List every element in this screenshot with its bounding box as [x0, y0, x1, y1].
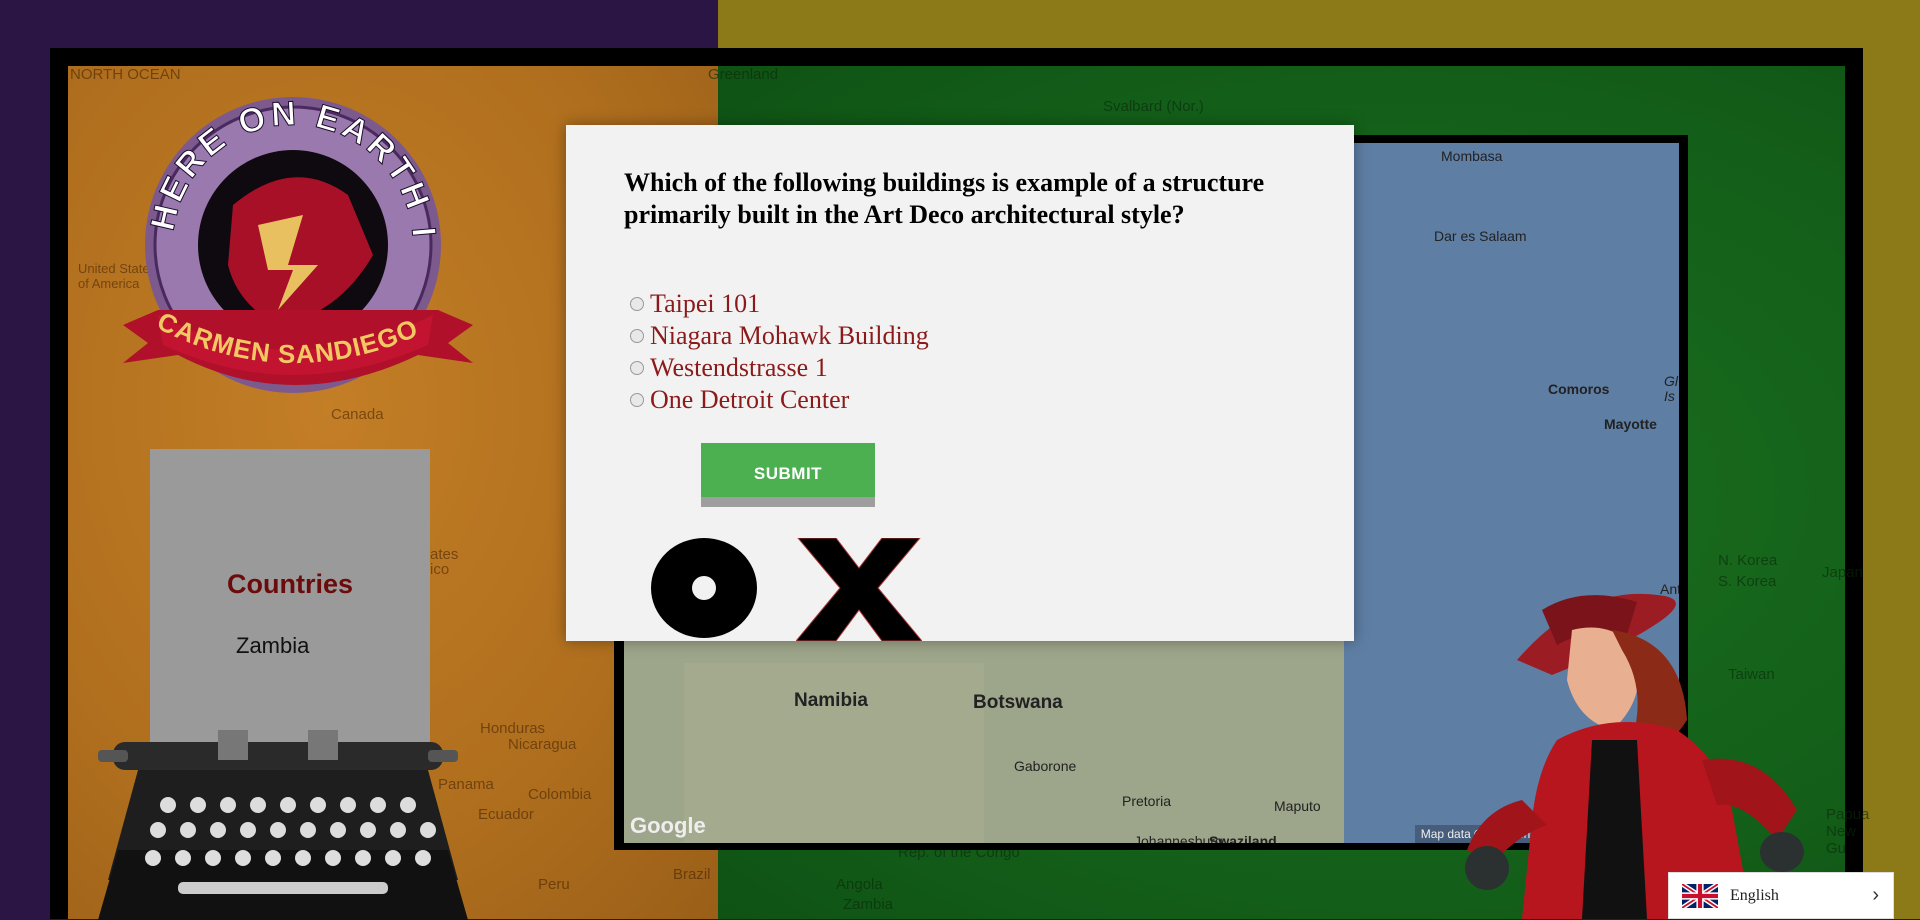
countries-paper: Countries Zambia	[150, 449, 430, 759]
answer-option-label: Taipei 101	[650, 289, 761, 318]
bg-map-label: Peru	[538, 876, 570, 893]
radio-button[interactable]	[630, 329, 644, 343]
radio-button[interactable]	[630, 393, 644, 407]
answer-option[interactable]: Taipei 101	[630, 288, 929, 320]
map-label: Comoros	[1548, 381, 1610, 397]
map-label: Namibia	[794, 690, 868, 711]
map-label: Mayotte	[1604, 416, 1657, 432]
answer-option-label: Niagara Mohawk Building	[650, 321, 929, 350]
typewriter-illustration	[98, 730, 468, 920]
answer-option-label: Westendstrasse 1	[650, 353, 828, 382]
bg-map-label: Papua New Gu	[1826, 806, 1870, 857]
bg-map-label: Canada	[331, 406, 384, 423]
carmen-sandiego-logo: WHERE ON EARTH IS CARMEN SANDIEGO?	[118, 95, 473, 393]
bg-map-label: Zambia	[843, 896, 894, 913]
bg-map-label: Svalbard (Nor.)	[1103, 98, 1204, 115]
quiz-question: Which of the following buildings is exam…	[624, 168, 1265, 229]
bg-map-label: Angola	[836, 876, 883, 893]
map-label: Swaziland	[1209, 833, 1277, 843]
bg-map-label: S. Korea	[1718, 573, 1777, 590]
bg-map-label: Japan	[1822, 564, 1863, 581]
map-label: Maputo	[1274, 798, 1321, 814]
bg-map-label: Nicaragua	[508, 736, 577, 753]
bg-map-label: NORTH OCEAN	[70, 66, 181, 83]
uk-flag-icon	[1682, 883, 1718, 908]
bg-map-label: Ecuador	[478, 806, 534, 823]
bg-map-label: Greenland	[708, 66, 779, 83]
answer-options: Taipei 101 Niagara Mohawk Building Weste…	[630, 288, 929, 416]
language-label: English	[1730, 886, 1779, 904]
bg-map-label: Brazil	[673, 866, 711, 883]
country-name: Zambia	[236, 633, 310, 658]
map-label: Gl	[1664, 373, 1678, 389]
submit-button[interactable]: SUBMIT	[701, 443, 875, 507]
cross-mark-icon	[796, 538, 922, 641]
map-label: Botswana	[973, 692, 1063, 713]
language-selector[interactable]: English ›	[1668, 872, 1894, 919]
radio-button[interactable]	[630, 361, 644, 375]
google-logo: Google	[630, 813, 706, 838]
map-label: Mombasa	[1441, 148, 1503, 164]
circle-mark-icon	[651, 538, 757, 638]
bg-map-label: Honduras	[480, 720, 546, 737]
bg-map-label: Colombia	[528, 786, 592, 803]
chevron-right-icon: ›	[1872, 884, 1879, 906]
radio-button[interactable]	[630, 297, 644, 311]
countries-title: Countries	[226, 569, 353, 599]
bg-map-label: N. Korea	[1718, 552, 1778, 569]
carmen-sandiego-character	[1465, 593, 1804, 919]
bg-map-label: ico	[430, 561, 450, 578]
answer-option[interactable]: Niagara Mohawk Building	[630, 320, 929, 352]
map-label: Dar es Salaam	[1434, 228, 1527, 244]
map-label: Pretoria	[1122, 793, 1172, 809]
answer-option[interactable]: Westendstrasse 1	[630, 352, 929, 384]
map-label: Is	[1664, 388, 1675, 404]
answer-option[interactable]: One Detroit Center	[630, 384, 929, 416]
answer-option-label: One Detroit Center	[650, 385, 850, 414]
map-label: Gaborone	[1014, 758, 1077, 774]
